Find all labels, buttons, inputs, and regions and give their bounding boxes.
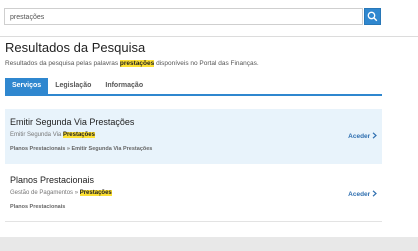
result-meta-text: Emitir Segunda Via <box>10 132 62 138</box>
result-meta-highlight: Prestações <box>79 190 112 196</box>
result-path: Planos Prestacionais » Emitir Segunda Vi… <box>10 146 153 152</box>
tab-servicos[interactable]: Serviços <box>5 78 49 94</box>
result-tabs: Serviços Legislação Informação <box>5 78 382 96</box>
result-title[interactable]: Planos Prestacionais <box>10 175 94 185</box>
tab-informacao[interactable]: Informação <box>98 78 150 94</box>
result-item: Planos Prestacionais Gestão de Pagamento… <box>5 168 382 222</box>
result-meta-highlight: Prestações <box>62 132 95 138</box>
page-subtitle: Resultados da pesquisa pelas palavras pr… <box>5 60 259 67</box>
subtitle-text-after: disponíveis no Portal das Finanças. <box>156 60 259 67</box>
search-icon <box>367 11 378 22</box>
subtitle-highlight: prestações <box>119 60 155 67</box>
search-button[interactable] <box>364 8 381 25</box>
result-path: Planos Prestacionais <box>10 204 66 210</box>
page-title: Resultados da Pesquisa <box>5 40 146 55</box>
result-meta-text: Gestão de Pagamentos » <box>10 190 79 196</box>
chevron-right-icon <box>372 190 377 197</box>
chevron-right-icon <box>372 132 377 139</box>
result-title[interactable]: Emitir Segunda Via Prestações <box>10 117 134 127</box>
access-link-label[interactable]: Aceder <box>348 133 370 140</box>
access-link[interactable]: Aceder <box>348 190 377 198</box>
subtitle-text-before: Resultados da pesquisa pelas palavras <box>5 60 119 67</box>
page-footer <box>0 237 418 251</box>
tab-legislacao[interactable]: Legislação <box>48 78 98 94</box>
result-item: Emitir Segunda Via Prestações Emitir Seg… <box>5 109 382 164</box>
search-input[interactable]: prestações <box>4 8 363 25</box>
result-meta: Emitir Segunda Via Prestações <box>10 132 95 138</box>
access-link[interactable]: Aceder <box>348 132 377 140</box>
result-meta: Gestão de Pagamentos » Prestações <box>10 190 112 196</box>
access-link-label[interactable]: Aceder <box>348 191 370 198</box>
top-search-bar: prestações <box>0 0 418 37</box>
